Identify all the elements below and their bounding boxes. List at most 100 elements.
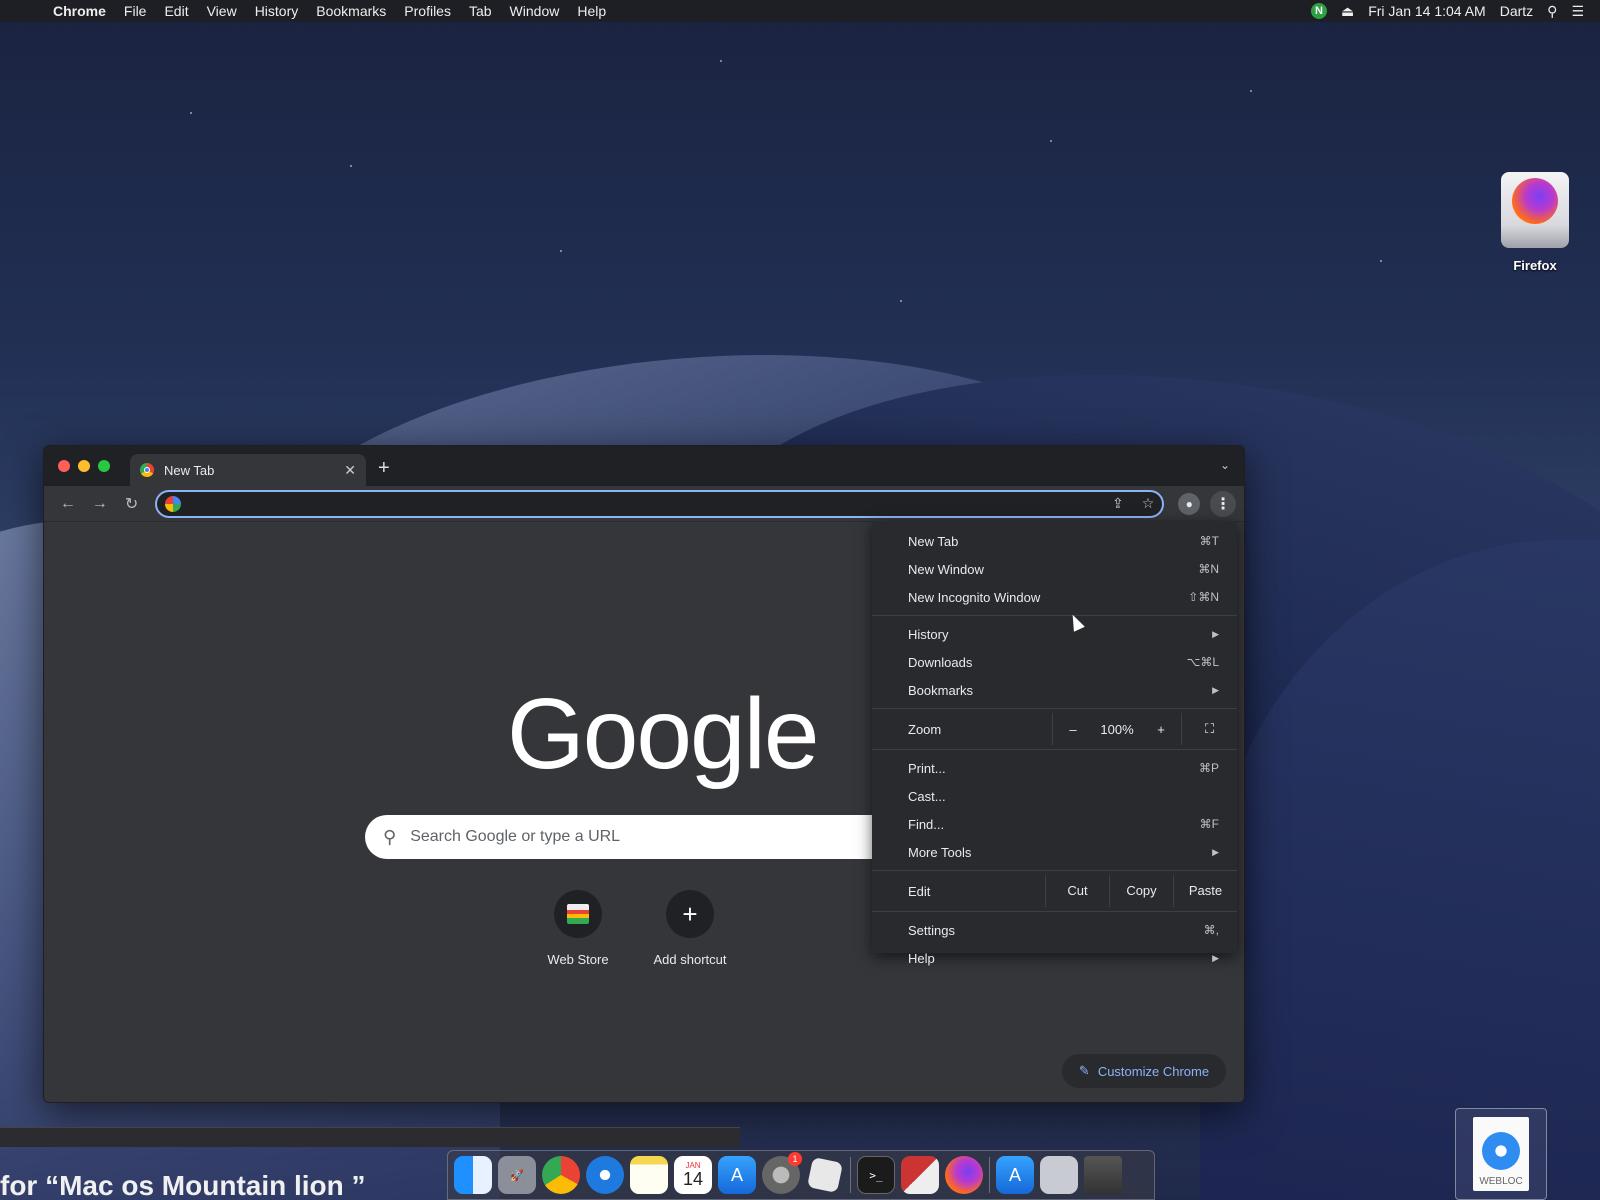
menu-tab[interactable]: Tab: [460, 3, 501, 19]
menu-history[interactable]: History: [246, 3, 308, 19]
webloc-file-icon[interactable]: WEBLOC: [1455, 1108, 1547, 1200]
close-tab-icon[interactable]: ✕: [344, 462, 356, 479]
menu-help[interactable]: Help: [568, 3, 615, 19]
eject-icon[interactable]: ⏏: [1341, 3, 1354, 20]
menu-item-print[interactable]: Print... ⌘P: [872, 754, 1237, 782]
zoom-window-button[interactable]: [98, 460, 110, 472]
star: [1250, 90, 1252, 92]
background-window-edge: [0, 1127, 740, 1147]
menu-item-new-window[interactable]: New Window ⌘N: [872, 555, 1237, 583]
star: [1050, 140, 1052, 142]
share-icon[interactable]: ⇪: [1112, 495, 1124, 512]
menu-divider: [872, 749, 1237, 750]
menu-item-help[interactable]: Help ▶: [872, 944, 1237, 972]
trash-icon[interactable]: [1084, 1156, 1122, 1194]
menu-item-find[interactable]: Find... ⌘F: [872, 810, 1237, 838]
menu-item-shortcut: ⇧⌘N: [1188, 590, 1219, 604]
menu-item-more-tools[interactable]: More Tools ▶: [872, 838, 1237, 866]
system-preferences-gear-icon[interactable]: 1: [762, 1152, 802, 1194]
menu-divider: [872, 615, 1237, 616]
firefox-drive-icon[interactable]: Firefox: [1495, 172, 1575, 273]
star: [900, 300, 902, 302]
minimize-window-button[interactable]: [78, 460, 90, 472]
zoom-out-button[interactable]: –: [1053, 722, 1093, 737]
back-button[interactable]: ←: [52, 495, 84, 513]
safari-icon[interactable]: [586, 1156, 624, 1194]
downloads-stack-icon[interactable]: [1040, 1156, 1078, 1194]
shortcut-add[interactable]: + Add shortcut: [635, 890, 745, 967]
menu-view[interactable]: View: [198, 3, 246, 19]
copy-button[interactable]: Copy: [1109, 875, 1173, 907]
forward-button[interactable]: →: [84, 495, 116, 513]
finder-icon[interactable]: [454, 1156, 492, 1194]
roblox-icon[interactable]: [806, 1156, 844, 1194]
chrome-menu-button[interactable]: ⋮: [1210, 490, 1236, 517]
menu-file[interactable]: File: [115, 3, 156, 19]
menu-item-new-incognito[interactable]: New Incognito Window ⇧⌘N: [872, 583, 1237, 611]
launchpad-rocket-icon[interactable]: 🚀: [498, 1156, 536, 1194]
menu-item-history[interactable]: History ▶: [872, 620, 1237, 648]
shortcut-web-store[interactable]: Web Store: [523, 890, 633, 967]
tab-new-tab[interactable]: New Tab ✕: [130, 454, 366, 486]
menu-profiles[interactable]: Profiles: [395, 3, 460, 19]
app-store-icon[interactable]: A: [718, 1156, 756, 1194]
fullscreen-icon[interactable]: ⛶: [1181, 713, 1237, 745]
menu-item-label: New Tab: [908, 533, 959, 549]
drive-icon: [1501, 172, 1569, 248]
submenu-arrow-icon: ▶: [1212, 846, 1219, 857]
menu-bookmarks[interactable]: Bookmarks: [307, 3, 395, 19]
safari-compass-icon: [1482, 1132, 1520, 1170]
search-icon: ⚲: [383, 826, 397, 847]
menu-row-zoom: Zoom – 100% + ⛶: [872, 713, 1237, 745]
menu-edit[interactable]: Edit: [155, 3, 197, 19]
firefox-icon[interactable]: [945, 1156, 983, 1194]
browser-toolbar: ← → ↻ ⇪ ☆ ● ⋮: [44, 486, 1244, 522]
paste-button[interactable]: Paste: [1173, 875, 1237, 907]
cut-button[interactable]: Cut: [1045, 875, 1109, 907]
dock-divider: [850, 1157, 851, 1193]
zoom-in-button[interactable]: +: [1141, 722, 1181, 737]
search-box[interactable]: ⚲: [365, 815, 925, 859]
address-bar[interactable]: ⇪ ☆: [155, 489, 1165, 518]
menu-window[interactable]: Window: [501, 3, 569, 19]
user-name[interactable]: Dartz: [1500, 3, 1533, 19]
notes-icon[interactable]: [630, 1156, 668, 1194]
menu-app-chrome[interactable]: Chrome: [44, 3, 115, 19]
spotlight-search-icon[interactable]: ⚲: [1547, 3, 1557, 20]
tab-title: New Tab: [164, 462, 215, 478]
chrome-icon[interactable]: [542, 1156, 580, 1194]
window-controls: [44, 460, 110, 486]
new-tab-button[interactable]: +: [378, 457, 390, 480]
menu-item-downloads[interactable]: Downloads ⌥⌘L: [872, 648, 1237, 676]
menu-item-bookmarks[interactable]: Bookmarks ▶: [872, 676, 1237, 704]
menu-item-label: History: [908, 626, 949, 642]
applications-folder-icon[interactable]: A: [996, 1156, 1034, 1194]
star: [560, 250, 562, 252]
profile-avatar-icon[interactable]: ●: [1178, 492, 1201, 515]
firefox-drive-label: Firefox: [1513, 258, 1557, 273]
clock[interactable]: Fri Jan 14 1:04 AM: [1368, 3, 1486, 19]
menu-item-new-tab[interactable]: New Tab ⌘T: [872, 527, 1237, 555]
edit-label: Edit: [908, 883, 931, 899]
calendar-icon[interactable]: JAN 14: [674, 1156, 712, 1194]
menu-item-cast[interactable]: Cast...: [872, 782, 1237, 810]
reload-button[interactable]: ↻: [116, 494, 148, 514]
bookmark-star-icon[interactable]: ☆: [1142, 495, 1155, 512]
search-input[interactable]: [410, 828, 811, 846]
photo-booth-icon[interactable]: [901, 1156, 939, 1194]
notification-badge: 1: [788, 1152, 802, 1166]
status-app-badge[interactable]: N: [1310, 3, 1327, 19]
close-window-button[interactable]: [58, 460, 70, 472]
menu-item-label: More Tools: [908, 844, 972, 860]
shortcut-tile: [554, 890, 602, 938]
submenu-arrow-icon: ▶: [1212, 684, 1219, 695]
firefox-logo-icon: [1512, 178, 1558, 224]
terminal-icon[interactable]: >_: [857, 1156, 895, 1194]
star: [190, 112, 192, 114]
customize-chrome-button[interactable]: ✎ Customize Chrome: [1062, 1054, 1226, 1088]
notification-center-icon[interactable]: ☰: [1571, 3, 1584, 20]
menu-bar-status: N ⏏ Fri Jan 14 1:04 AM Dartz ⚲ ☰: [1310, 3, 1600, 20]
tab-search-chevron-icon[interactable]: ⌄: [1220, 458, 1230, 472]
menu-item-settings[interactable]: Settings ⌘,: [872, 916, 1237, 944]
chrome-favicon-icon: [140, 463, 154, 477]
